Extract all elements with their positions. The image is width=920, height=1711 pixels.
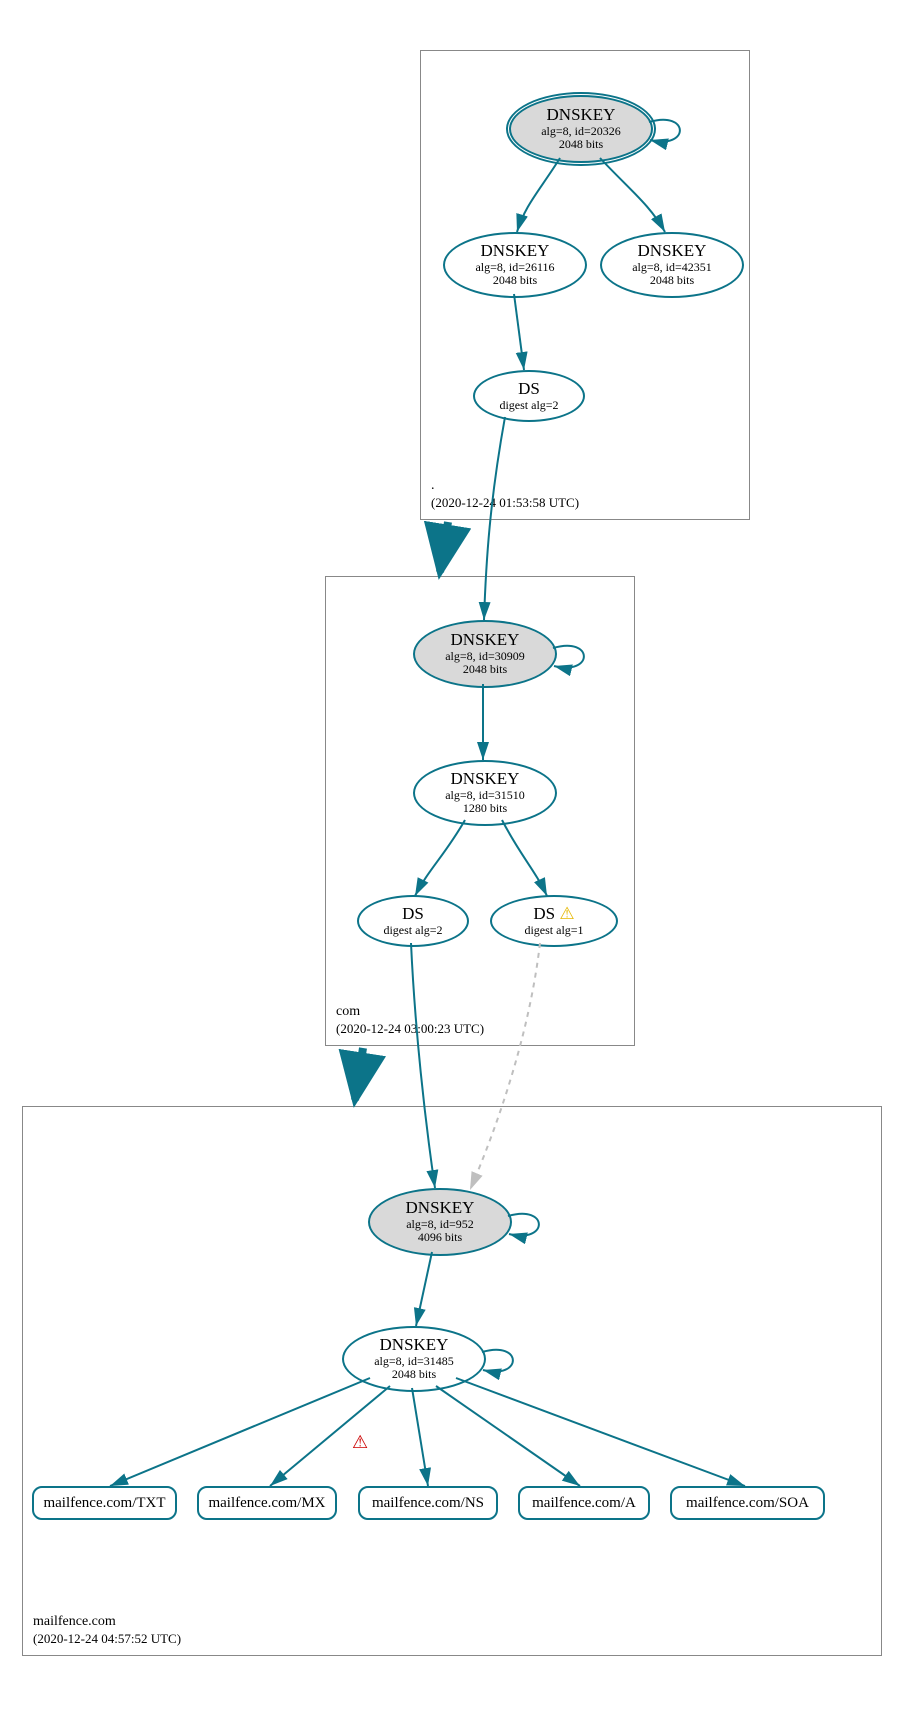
node-com-ds2[interactable]: DS digest alg=2 [357, 895, 469, 947]
node-root-ksk-title: DNSKEY [547, 106, 616, 125]
node-root-ds-sub1: digest alg=2 [499, 399, 558, 412]
node-com-ds2-title: DS [402, 905, 424, 924]
node-root-ksk-sub2: 2048 bits [559, 138, 603, 151]
edge-zone-root-to-com [440, 522, 448, 572]
node-com-ksk[interactable]: DNSKEY alg=8, id=30909 2048 bits [413, 620, 557, 688]
warning-icon: ⚠ [559, 904, 574, 923]
node-com-ds2-sub1: digest alg=2 [383, 924, 442, 937]
zone-root-name: . [431, 477, 579, 495]
node-mf-zsk-sub2: 2048 bits [392, 1368, 436, 1381]
node-com-ksk-title: DNSKEY [451, 631, 520, 650]
edge-zone-com-to-mailfence [355, 1048, 363, 1100]
node-root-zsk-26116-sub2: 2048 bits [493, 274, 537, 287]
node-root-ds-title: DS [518, 380, 540, 399]
node-com-zsk-title: DNSKEY [451, 770, 520, 789]
rrset-txt[interactable]: mailfence.com/TXT [32, 1486, 177, 1520]
node-root-ksk[interactable]: DNSKEY alg=8, id=20326 2048 bits [509, 95, 653, 163]
node-mf-ksk-sub2: 4096 bits [418, 1231, 462, 1244]
rrset-a[interactable]: mailfence.com/A [518, 1486, 650, 1520]
node-com-ksk-sub2: 2048 bits [463, 663, 507, 676]
node-com-zsk[interactable]: DNSKEY alg=8, id=31510 1280 bits [413, 760, 557, 826]
node-root-zsk-42351-sub2: 2048 bits [650, 274, 694, 287]
rrset-ns[interactable]: mailfence.com/NS [358, 1486, 498, 1520]
zone-mailfence-label: mailfence.com (2020-12-24 04:57:52 UTC) [33, 1613, 181, 1647]
rrset-soa[interactable]: mailfence.com/SOA [670, 1486, 825, 1520]
node-root-ds[interactable]: DS digest alg=2 [473, 370, 585, 422]
node-root-zsk-26116-title: DNSKEY [481, 242, 550, 261]
node-com-ds1-sub1: digest alg=1 [524, 924, 583, 937]
node-root-zsk-42351[interactable]: DNSKEY alg=8, id=42351 2048 bits [600, 232, 744, 298]
node-com-zsk-sub2: 1280 bits [463, 802, 507, 815]
node-com-ds1-title: DS ⚠ [533, 905, 574, 924]
zone-com-ts: (2020-12-24 03:00:23 UTC) [336, 1021, 484, 1037]
rrset-mx[interactable]: mailfence.com/MX [197, 1486, 337, 1520]
node-root-zsk-26116[interactable]: DNSKEY alg=8, id=26116 2048 bits [443, 232, 587, 298]
node-mf-ksk-title: DNSKEY [406, 1199, 475, 1218]
zone-root-label: . (2020-12-24 01:53:58 UTC) [431, 477, 579, 511]
zone-com-name: com [336, 1003, 484, 1021]
node-com-ds1[interactable]: DS ⚠ digest alg=1 [490, 895, 618, 947]
node-mf-ksk[interactable]: DNSKEY alg=8, id=952 4096 bits [368, 1188, 512, 1256]
zone-root-ts: (2020-12-24 01:53:58 UTC) [431, 495, 579, 511]
node-mf-zsk-title: DNSKEY [380, 1336, 449, 1355]
zone-mailfence-ts: (2020-12-24 04:57:52 UTC) [33, 1631, 181, 1647]
node-root-zsk-42351-title: DNSKEY [638, 242, 707, 261]
zone-com-label: com (2020-12-24 03:00:23 UTC) [336, 1003, 484, 1037]
zone-mailfence-name: mailfence.com [33, 1613, 181, 1631]
node-mf-zsk[interactable]: DNSKEY alg=8, id=31485 2048 bits [342, 1326, 486, 1392]
